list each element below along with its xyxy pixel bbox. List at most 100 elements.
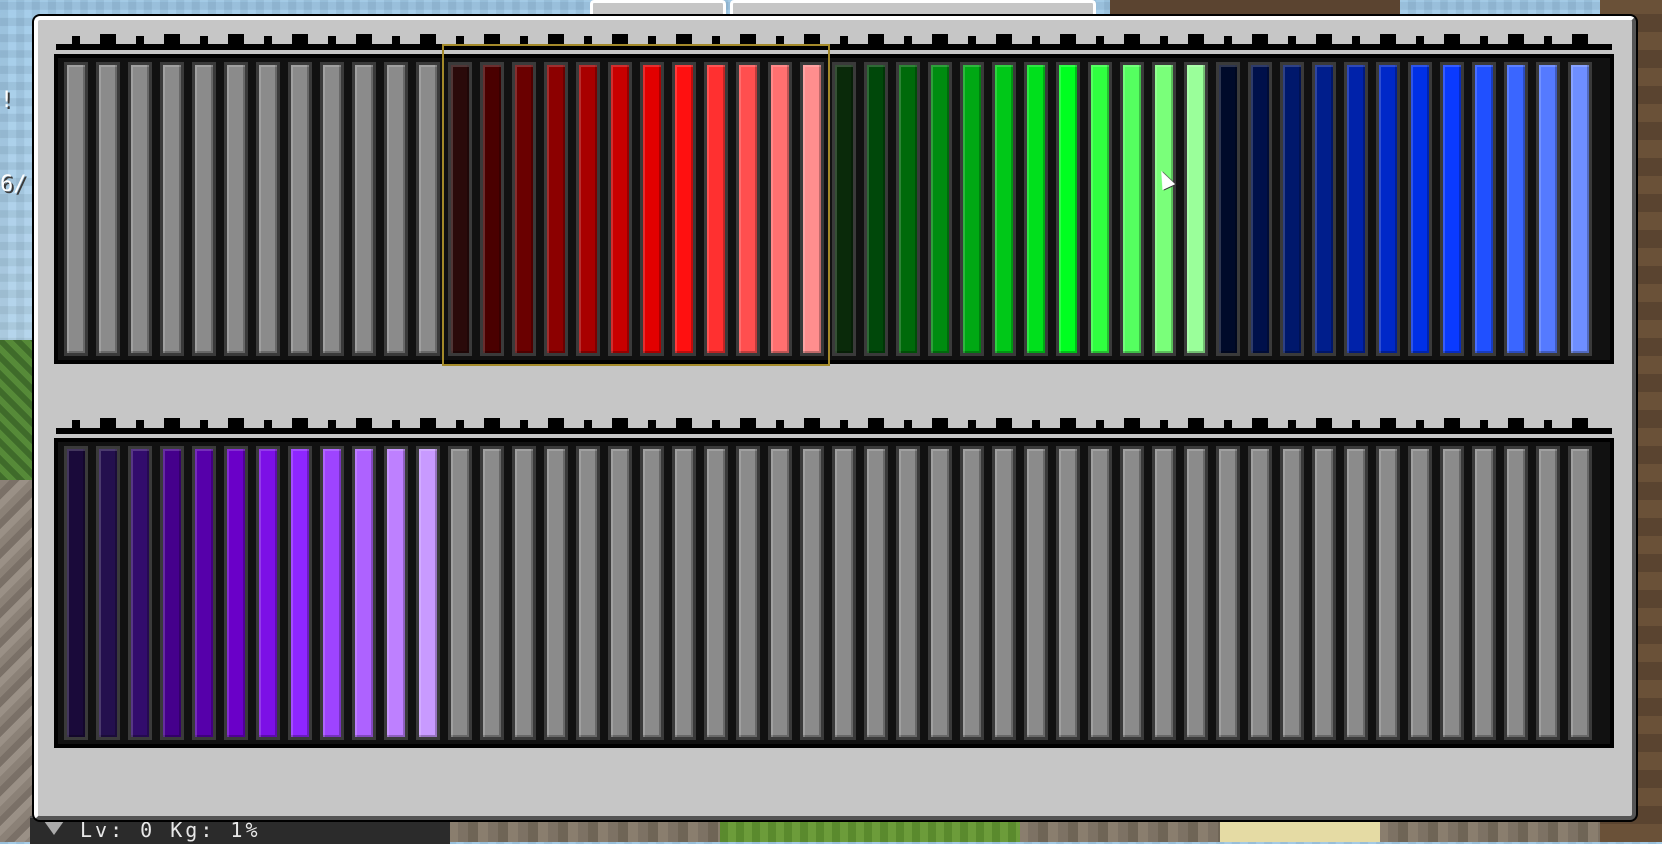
color-slot-r2-4[interactable] [160,446,184,740]
color-slot-r1-19[interactable] [640,62,664,356]
color-slot-r2-2[interactable] [96,446,120,740]
color-slot-r2-18[interactable] [608,446,632,740]
color-slot-r1-17[interactable] [576,62,600,356]
ruler-tick [776,420,784,432]
color-slot-r2-7[interactable] [256,446,280,740]
color-slot-r1-7[interactable] [256,62,280,356]
color-slot-r2-47[interactable] [1536,446,1560,740]
color-slot-r1-36[interactable] [1184,62,1208,356]
color-slot-r2-44[interactable] [1440,446,1464,740]
color-slot-r1-29[interactable] [960,62,984,356]
color-slot-r2-9[interactable] [320,446,344,740]
color-slot-r2-10[interactable] [352,446,376,740]
color-slot-r2-41[interactable] [1344,446,1368,740]
color-slot-r1-9[interactable] [320,62,344,356]
color-slot-r2-40[interactable] [1312,446,1336,740]
color-slot-r1-15[interactable] [512,62,536,356]
color-slot-r1-32[interactable] [1056,62,1080,356]
color-slot-r2-36[interactable] [1184,446,1208,740]
color-slot-r1-46[interactable] [1504,62,1528,356]
color-slot-r2-3[interactable] [128,446,152,740]
color-slot-r1-25[interactable] [832,62,856,356]
color-slot-r1-21[interactable] [704,62,728,356]
color-slot-r2-20[interactable] [672,446,696,740]
color-slot-r2-31[interactable] [1024,446,1048,740]
color-slot-r2-12[interactable] [416,446,440,740]
color-slot-r1-28[interactable] [928,62,952,356]
color-slot-r1-33[interactable] [1088,62,1112,356]
color-slot-r2-1[interactable] [64,446,88,740]
color-slot-r1-44[interactable] [1440,62,1464,356]
color-slot-r1-14[interactable] [480,62,504,356]
color-slot-r2-33[interactable] [1088,446,1112,740]
color-slot-r1-30[interactable] [992,62,1016,356]
color-slot-r1-20[interactable] [672,62,696,356]
color-slot-r1-34[interactable] [1120,62,1144,356]
color-slot-r1-31[interactable] [1024,62,1048,356]
color-slot-r2-32[interactable] [1056,446,1080,740]
color-slot-r1-3[interactable] [128,62,152,356]
color-slot-r2-39[interactable] [1280,446,1304,740]
color-slot-r2-24[interactable] [800,446,824,740]
color-slot-r1-39[interactable] [1280,62,1304,356]
color-slot-r2-30[interactable] [992,446,1016,740]
color-slot-r2-38[interactable] [1248,446,1272,740]
color-slot-r1-47[interactable] [1536,62,1560,356]
color-slot-r1-12[interactable] [416,62,440,356]
color-slot-r1-35[interactable] [1152,62,1176,356]
color-slot-r1-1[interactable] [64,62,88,356]
color-slot-r1-10[interactable] [352,62,376,356]
color-slot-r1-40[interactable] [1312,62,1336,356]
color-slot-r1-42[interactable] [1376,62,1400,356]
color-slot-r1-45[interactable] [1472,62,1496,356]
color-slot-r1-11[interactable] [384,62,408,356]
color-slot-r1-22[interactable] [736,62,760,356]
ruler-tick [1544,420,1552,432]
color-slot-r1-23[interactable] [768,62,792,356]
color-slot-r2-23[interactable] [768,446,792,740]
color-slot-r2-42[interactable] [1376,446,1400,740]
color-slot-r1-8[interactable] [288,62,312,356]
color-slot-r1-48[interactable] [1568,62,1592,356]
color-slot-r2-46[interactable] [1504,446,1528,740]
color-slot-r2-28[interactable] [928,446,952,740]
color-slot-r2-43[interactable] [1408,446,1432,740]
color-slot-r1-26[interactable] [864,62,888,356]
color-slot-r1-41[interactable] [1344,62,1368,356]
ruler-tick [740,418,756,434]
color-slot-r1-24[interactable] [800,62,824,356]
color-slot-r1-37[interactable] [1216,62,1240,356]
color-slot-r2-22[interactable] [736,446,760,740]
color-slot-r2-48[interactable] [1568,446,1592,740]
color-slot-r2-15[interactable] [512,446,536,740]
color-slot-r1-13[interactable] [448,62,472,356]
color-slot-r2-14[interactable] [480,446,504,740]
color-slot-r1-18[interactable] [608,62,632,356]
color-slot-r1-43[interactable] [1408,62,1432,356]
color-slot-r2-45[interactable] [1472,446,1496,740]
color-slot-r2-29[interactable] [960,446,984,740]
color-slot-r1-4[interactable] [160,62,184,356]
color-slot-r2-19[interactable] [640,446,664,740]
color-slot-r2-8[interactable] [288,446,312,740]
color-slot-r1-16[interactable] [544,62,568,356]
color-slot-r2-13[interactable] [448,446,472,740]
color-slot-r1-38[interactable] [1248,62,1272,356]
color-slot-r2-6[interactable] [224,446,248,740]
ruler-tick [72,36,80,48]
color-slot-r1-6[interactable] [224,62,248,356]
color-slot-r2-27[interactable] [896,446,920,740]
color-slot-r2-35[interactable] [1152,446,1176,740]
color-slot-r2-37[interactable] [1216,446,1240,740]
color-slot-r1-5[interactable] [192,62,216,356]
color-slot-r1-2[interactable] [96,62,120,356]
color-slot-r2-17[interactable] [576,446,600,740]
color-slot-r1-27[interactable] [896,62,920,356]
color-slot-r2-11[interactable] [384,446,408,740]
color-slot-r2-34[interactable] [1120,446,1144,740]
color-slot-r2-16[interactable] [544,446,568,740]
color-slot-r2-5[interactable] [192,446,216,740]
color-slot-r2-25[interactable] [832,446,856,740]
color-slot-r2-21[interactable] [704,446,728,740]
color-slot-r2-26[interactable] [864,446,888,740]
